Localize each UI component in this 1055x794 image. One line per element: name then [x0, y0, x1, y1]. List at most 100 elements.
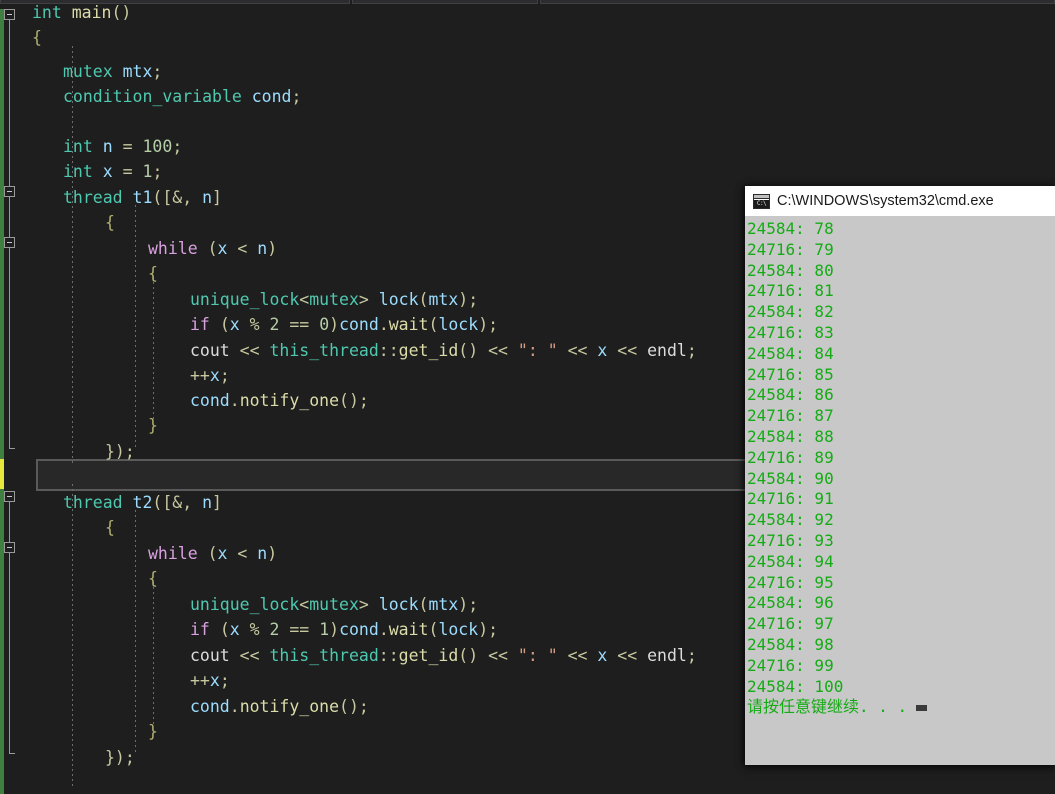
code-token-punc: ;	[219, 366, 230, 385]
code-line[interactable]: thread t2([&, n]	[63, 490, 222, 515]
code-line[interactable]: while (x < n)	[148, 236, 277, 261]
cmd-window-icon: C:\	[753, 193, 770, 209]
code-line[interactable]: {	[105, 515, 115, 540]
code-token-kw: if	[190, 620, 210, 639]
code-line[interactable]: });	[105, 439, 135, 464]
code-line[interactable]: thread t1([&, n]	[63, 185, 222, 210]
code-token-op: &	[172, 493, 183, 512]
console-output-line: 24584: 98	[747, 634, 834, 654]
code-token-kw: while	[148, 544, 198, 563]
code-token-op: ++	[190, 671, 210, 690]
console-output-area[interactable]: 24584: 78 24716: 79 24584: 80 24716: 81 2458…	[745, 216, 1055, 765]
code-token-punc: (	[428, 315, 439, 334]
code-token-type: unique_lock	[190, 595, 300, 614]
code-token-punc: ;	[291, 87, 302, 106]
code-token-brace: {	[148, 569, 158, 588]
code-token-num: 1	[319, 620, 330, 639]
code-line[interactable]: ++x;	[190, 668, 230, 693]
console-output-line: 24716: 83	[747, 322, 834, 342]
code-token-fn: wait	[388, 315, 429, 334]
code-line[interactable]: int main()	[32, 0, 131, 25]
code-token-fn: notify_one	[239, 391, 340, 410]
code-line[interactable]: while (x < n)	[148, 541, 277, 566]
code-line[interactable]: cout << this_thread::get_id() << ": " <<…	[190, 338, 697, 363]
code-token-var: n	[202, 493, 213, 512]
code-token-brace: {	[105, 213, 115, 232]
editor-tab-segment-right[interactable]	[540, 0, 1055, 4]
indent-guide	[72, 484, 73, 786]
code-token-op: <<	[607, 646, 648, 665]
code-token-op: <<	[557, 341, 598, 360]
code-token-var: x	[597, 646, 608, 665]
code-token-punc: ([	[152, 188, 173, 207]
code-token-op: >	[358, 595, 369, 614]
code-token-op: <	[227, 544, 258, 563]
console-title-text: C:\WINDOWS\system32\cmd.exe	[777, 193, 994, 209]
code-token-var: n	[202, 188, 213, 207]
code-token-type: mutex	[63, 62, 113, 81]
code-token-op: <	[227, 239, 258, 258]
code-line[interactable]: unique_lock<mutex> lock(mtx);	[190, 287, 478, 312]
code-line[interactable]: int n = 100;	[63, 134, 182, 159]
editor-tab-segment-middle[interactable]	[352, 0, 538, 4]
code-line[interactable]: ++x;	[190, 363, 230, 388]
code-token-type: int	[63, 162, 93, 181]
code-token-punc: ()	[458, 341, 479, 360]
code-line[interactable]: mutex mtx;	[63, 59, 162, 84]
code-line[interactable]: cond.notify_one();	[190, 694, 369, 719]
code-token-punc: ::	[378, 646, 399, 665]
console-title-bar[interactable]: C:\ C:\WINDOWS\system32\cmd.exe	[745, 186, 1055, 216]
code-line[interactable]: {	[105, 210, 115, 235]
code-token-var: n	[257, 239, 268, 258]
code-line[interactable]: {	[148, 261, 158, 286]
console-prompt-line: 请按任意键继续. . .	[747, 697, 1055, 718]
code-token-type: thread	[63, 188, 123, 207]
code-line[interactable]: {	[32, 25, 42, 50]
code-line[interactable]: {	[148, 566, 158, 591]
code-line[interactable]: }	[148, 413, 158, 438]
editor-tab-strip[interactable]	[0, 0, 1055, 9]
code-token-var: lock	[378, 595, 419, 614]
code-token-punc: ();	[339, 697, 369, 716]
code-token-var: x	[217, 239, 228, 258]
code-token-punc: (	[207, 239, 218, 258]
code-token-punc: )	[267, 239, 278, 258]
console-output-line: 24716: 79	[747, 239, 834, 259]
code-token-type: this_thread	[269, 341, 379, 360]
code-line[interactable]: });	[105, 745, 135, 770]
code-token-var: x	[597, 341, 608, 360]
code-token-type: mutex	[309, 290, 359, 309]
code-token-var: x	[229, 315, 240, 334]
console-prompt-text: 请按任意键继续. . .	[747, 697, 908, 717]
code-token-brace: {	[32, 28, 42, 47]
code-token-op: <	[299, 595, 310, 614]
console-output-line: 24716: 95	[747, 572, 834, 592]
code-line[interactable]: }	[148, 719, 158, 744]
code-line[interactable]: int x = 1;	[63, 159, 162, 184]
console-cursor	[916, 705, 928, 712]
console-output-line: 24716: 97	[747, 614, 834, 634]
code-line[interactable]: cond.notify_one();	[190, 388, 369, 413]
code-line[interactable]: unique_lock<mutex> lock(mtx);	[190, 592, 478, 617]
code-token-brace: }	[148, 722, 158, 741]
code-line[interactable]: if (x % 2 == 0)cond.wait(lock);	[190, 312, 498, 337]
code-token-punc: (	[219, 620, 230, 639]
code-line[interactable]: condition_variable cond;	[63, 84, 301, 109]
code-token-punc: )	[267, 544, 278, 563]
code-token-var: lock	[438, 620, 479, 639]
cmd-console-window[interactable]: C:\ C:\WINDOWS\system32\cmd.exe 24584: 7…	[745, 186, 1055, 765]
code-token-op: ++	[190, 366, 210, 385]
code-line[interactable]: if (x % 2 == 1)cond.wait(lock);	[190, 617, 498, 642]
code-token-type: condition_variable	[63, 87, 242, 106]
code-token-fn: wait	[388, 620, 429, 639]
code-line[interactable]: cout << this_thread::get_id() << ": " <<…	[190, 643, 697, 668]
console-output-line: 24584: 82	[747, 302, 834, 322]
code-token-brace: {	[148, 264, 158, 283]
code-token-punc: (	[428, 620, 439, 639]
